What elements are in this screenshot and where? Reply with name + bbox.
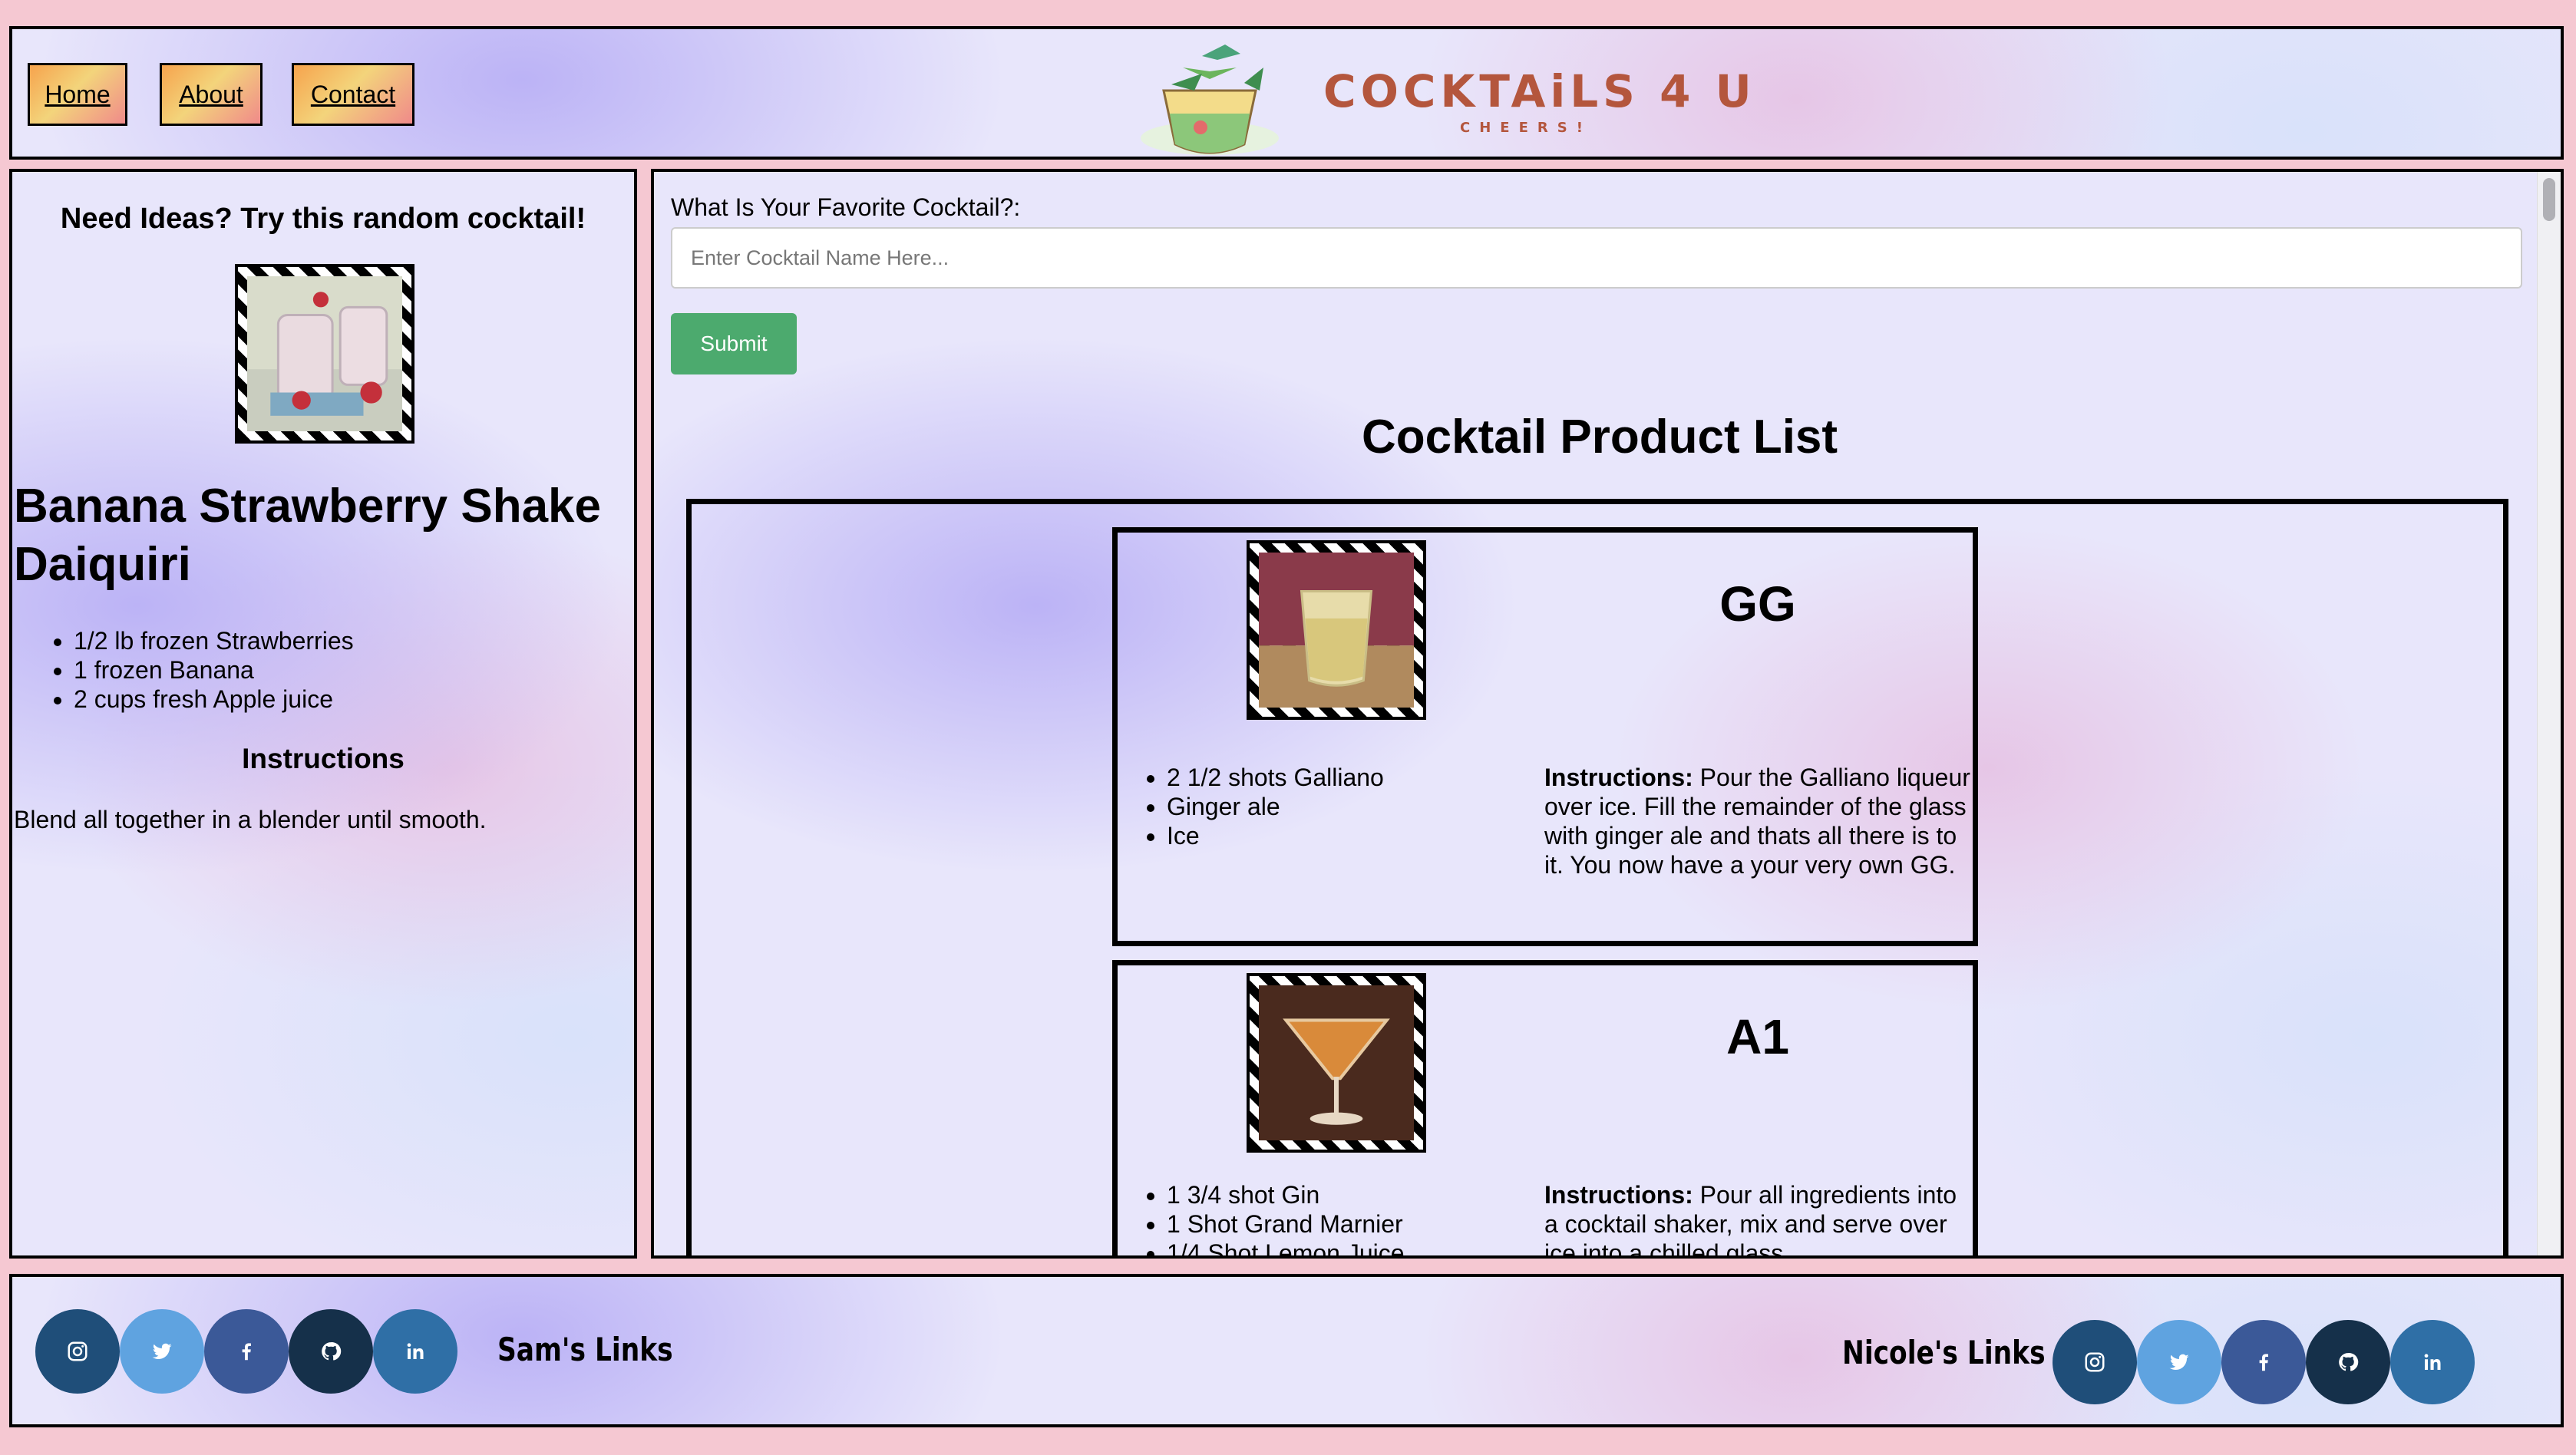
product-instructions: Instructions: Pour all ingredients into … xyxy=(1544,1180,1974,1255)
nicole-linkedin-link[interactable] xyxy=(2390,1320,2475,1404)
sam-twitter-link[interactable] xyxy=(120,1309,204,1394)
random-instructions-text: Blend all together in a blender until sm… xyxy=(14,806,487,833)
product-card: A1 1 3/4 shot Gin 1 Shot Grand Marnier 1… xyxy=(1112,960,1978,1255)
list-item: 1 3/4 shot Gin xyxy=(1167,1180,1405,1209)
search-label: What Is Your Favorite Cocktail?: xyxy=(671,193,1021,221)
sam-github-link[interactable] xyxy=(289,1309,373,1394)
nicole-facebook-link[interactable] xyxy=(2221,1320,2306,1404)
gg-drink-photo xyxy=(1259,553,1414,708)
list-item: 1/2 lb frozen Strawberries xyxy=(74,626,354,655)
sam-facebook-link[interactable] xyxy=(204,1309,289,1394)
submit-button[interactable]: Submit xyxy=(671,313,797,374)
product-name: A1 xyxy=(1726,1009,1789,1064)
github-icon xyxy=(322,1342,342,1361)
logo-subtitle: CHEERS! xyxy=(1460,120,1592,136)
random-cocktail-ingredients: 1/2 lb frozen Strawberries 1 frozen Bana… xyxy=(12,626,354,714)
linkedin-icon xyxy=(2424,1354,2441,1370)
product-card: GG 2 1/2 shots Galliano Ginger ale Ice I… xyxy=(1112,527,1978,946)
search-input[interactable] xyxy=(671,227,2522,289)
nicole-links-label: Nicole's Links xyxy=(1842,1334,2046,1371)
scrollbar-thumb[interactable] xyxy=(2543,178,2555,221)
product-instructions: Instructions: Pour the Galliano liqueur … xyxy=(1544,763,1974,879)
cocktail-logo-icon xyxy=(1141,45,1279,155)
site-logo[interactable]: COCKTAiLS 4 U CHEERS! xyxy=(1110,37,1816,160)
random-cocktail-sidebar: Need Ideas? Try this random cocktail! Ba… xyxy=(9,169,637,1259)
nav-about-button[interactable]: About xyxy=(160,63,263,126)
list-item: 2 cups fresh Apple juice xyxy=(74,685,354,714)
sam-linkedin-link[interactable] xyxy=(373,1309,457,1394)
a1-drink-photo xyxy=(1259,985,1414,1140)
list-item: 1 Shot Grand Marnier xyxy=(1167,1209,1405,1239)
random-cocktail-name: Banana Strawberry Shake Daiquiri xyxy=(14,480,602,591)
list-item: 1/4 Shot Lemon Juice xyxy=(1167,1239,1405,1255)
product-name: GG xyxy=(1719,576,1796,632)
sam-links-label: Sam's Links xyxy=(497,1331,673,1368)
product-list-heading: Cocktail Product List xyxy=(1361,411,1838,464)
smoothie-photo xyxy=(247,276,402,431)
main-content: What Is Your Favorite Cocktail?: Submit … xyxy=(651,169,2564,1259)
twitter-icon xyxy=(2169,1354,2189,1370)
site-header: Home About Contact COCKTAiLS 4 U CHEERS! xyxy=(9,26,2564,160)
instagram-icon xyxy=(68,1341,88,1361)
instructions-label: Instructions: xyxy=(1544,1181,1693,1209)
nicole-instagram-link[interactable] xyxy=(2053,1320,2137,1404)
facebook-icon xyxy=(242,1343,251,1361)
logo-title: COCKTAiLS 4 U xyxy=(1323,65,1756,117)
nicole-twitter-link[interactable] xyxy=(2137,1320,2221,1404)
random-instructions-heading: Instructions xyxy=(242,743,405,774)
sam-instagram-link[interactable] xyxy=(35,1309,120,1394)
random-cocktail-image xyxy=(235,264,414,444)
product-list: GG 2 1/2 shots Galliano Ginger ale Ice I… xyxy=(686,499,2508,1255)
github-icon xyxy=(2339,1353,2359,1371)
instagram-icon xyxy=(2085,1352,2105,1372)
list-item: 1 frozen Banana xyxy=(74,655,354,685)
instructions-label: Instructions: xyxy=(1544,764,1693,791)
nav-home-button[interactable]: Home xyxy=(28,63,127,126)
main-scrollbar[interactable] xyxy=(2537,172,2561,1255)
nav-contact-button[interactable]: Contact xyxy=(292,63,414,126)
twitter-icon xyxy=(152,1343,172,1359)
product-ingredients: 2 1/2 shots Galliano Ginger ale Ice xyxy=(1118,763,1384,850)
site-footer: Sam's Links Nicole's Links xyxy=(9,1274,2564,1427)
linkedin-icon xyxy=(407,1343,424,1359)
product-ingredients: 1 3/4 shot Gin 1 Shot Grand Marnier 1/4 … xyxy=(1118,1180,1405,1255)
facebook-icon xyxy=(2259,1354,2268,1371)
nicole-github-link[interactable] xyxy=(2306,1320,2390,1404)
product-image xyxy=(1247,540,1426,720)
random-cocktail-heading: Need Ideas? Try this random cocktail! xyxy=(60,203,586,235)
list-item: Ice xyxy=(1167,821,1384,850)
list-item: 2 1/2 shots Galliano xyxy=(1167,763,1384,792)
product-image xyxy=(1247,973,1426,1153)
list-item: Ginger ale xyxy=(1167,792,1384,821)
